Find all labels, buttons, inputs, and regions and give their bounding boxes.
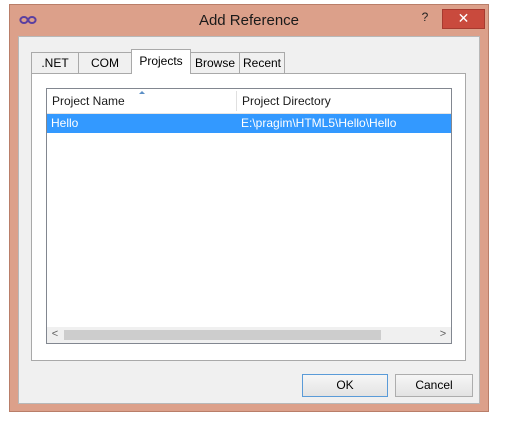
list-header: Project Name Project Directory <box>47 89 451 114</box>
cell-project-directory: E:\pragim\HTML5\Hello\Hello <box>241 116 397 130</box>
tab-browse[interactable]: Browse <box>190 52 240 73</box>
tab-com[interactable]: COM <box>78 52 132 73</box>
horizontal-scrollbar[interactable]: < > <box>47 327 451 343</box>
scroll-right-icon[interactable]: > <box>435 327 451 343</box>
ok-button[interactable]: OK <box>302 374 388 397</box>
scrollbar-thumb[interactable] <box>64 330 381 340</box>
help-button[interactable]: ? <box>408 7 442 27</box>
projects-list[interactable]: Project Name Project Directory Hello E:\… <box>46 88 452 344</box>
tab-recent[interactable]: Recent <box>239 52 285 73</box>
cancel-button[interactable]: Cancel <box>395 374 473 397</box>
sort-ascending-icon <box>139 91 145 94</box>
scroll-left-icon[interactable]: < <box>47 327 63 343</box>
projects-tab-panel: Project Name Project Directory Hello E:\… <box>31 73 466 361</box>
cell-project-name: Hello <box>51 116 79 130</box>
table-row[interactable]: Hello E:\pragim\HTML5\Hello\Hello <box>47 114 451 133</box>
tab-projects[interactable]: Projects <box>131 49 191 74</box>
column-header-project-directory[interactable]: Project Directory <box>237 89 451 113</box>
close-button[interactable]: ✕ <box>442 9 485 29</box>
tab-dotnet[interactable]: .NET <box>31 52 79 73</box>
add-reference-dialog: Add Reference ? ✕ .NET COM Projects Brow… <box>9 4 489 412</box>
dialog-body: .NET COM Projects Browse Recent Project … <box>18 36 480 404</box>
title-bar[interactable]: Add Reference ? ✕ <box>10 5 488 35</box>
